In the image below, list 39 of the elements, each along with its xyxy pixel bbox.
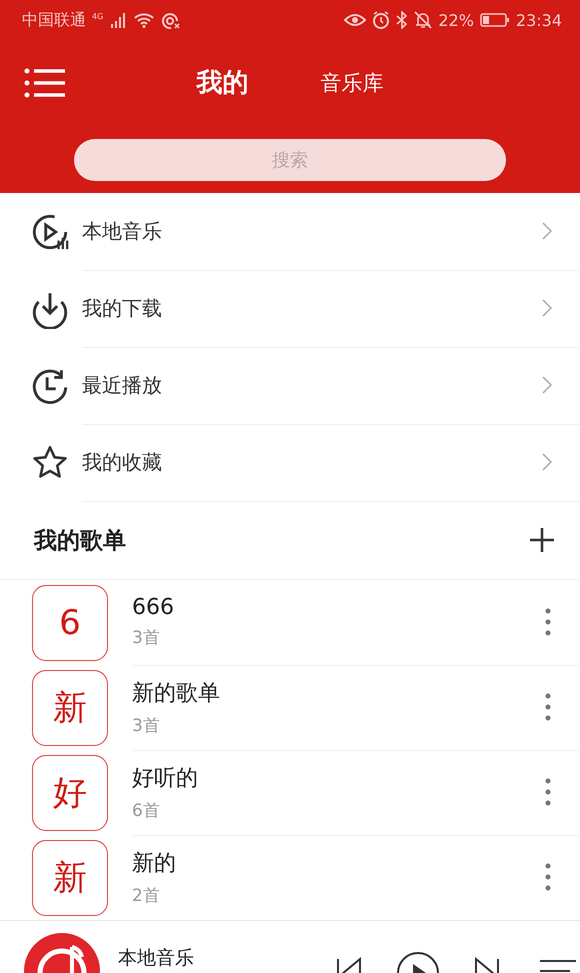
chevron-right-icon xyxy=(542,222,552,240)
playlist-name[interactable]: 新的歌单 xyxy=(132,678,542,708)
playlist-cover[interactable]: 6 xyxy=(32,584,108,660)
chevron-right-icon xyxy=(542,453,552,471)
header-tab[interactable]: 我的 xyxy=(192,61,252,104)
search-field[interactable]: 搜索 xyxy=(74,139,506,181)
playlist-name[interactable]: 好听的 xyxy=(132,762,542,792)
wifi-icon xyxy=(133,12,156,28)
playlist-name[interactable]: 新的 xyxy=(132,848,542,878)
playlist-cover[interactable]: 好 xyxy=(32,754,108,830)
bluetooth-icon xyxy=(396,11,408,29)
battery-percent: 22% xyxy=(438,10,474,30)
menu-button[interactable] xyxy=(24,67,66,99)
bell-off-icon xyxy=(414,11,432,29)
menu-item[interactable]: 我的下载 xyxy=(82,294,542,322)
menu-item[interactable]: 本地音乐 xyxy=(82,218,542,244)
song-count: 3首 xyxy=(132,627,161,649)
section-title: 我的歌单 xyxy=(34,526,127,556)
alarm-icon xyxy=(372,11,390,29)
eye-icon xyxy=(344,12,366,28)
menu-item[interactable]: 我的收藏 xyxy=(82,448,542,476)
playlist-cover[interactable]: 新 xyxy=(32,840,108,916)
chevron-right-icon xyxy=(542,299,552,317)
battery-icon xyxy=(480,12,510,28)
header-tab[interactable]: 音乐库 xyxy=(316,64,388,100)
song-count: 3首 xyxy=(132,714,161,736)
menu-item[interactable]: 最近播放 xyxy=(82,372,542,398)
song-count: 2首 xyxy=(132,884,161,906)
song-count: 6首 xyxy=(132,800,161,822)
signal-icon xyxy=(109,12,128,28)
add-button[interactable] xyxy=(528,526,556,554)
playlist-cover[interactable]: 新 xyxy=(32,670,108,746)
playlist-name[interactable]: 666 xyxy=(132,595,542,620)
clock-time: 23:34 xyxy=(516,10,562,30)
hotspot-icon xyxy=(161,11,182,29)
network-type: 4G xyxy=(92,12,104,21)
carrier-name: 中国联通 xyxy=(22,10,86,30)
chevron-right-icon xyxy=(542,376,552,394)
now-playing-title: 本地音乐 xyxy=(118,946,195,971)
